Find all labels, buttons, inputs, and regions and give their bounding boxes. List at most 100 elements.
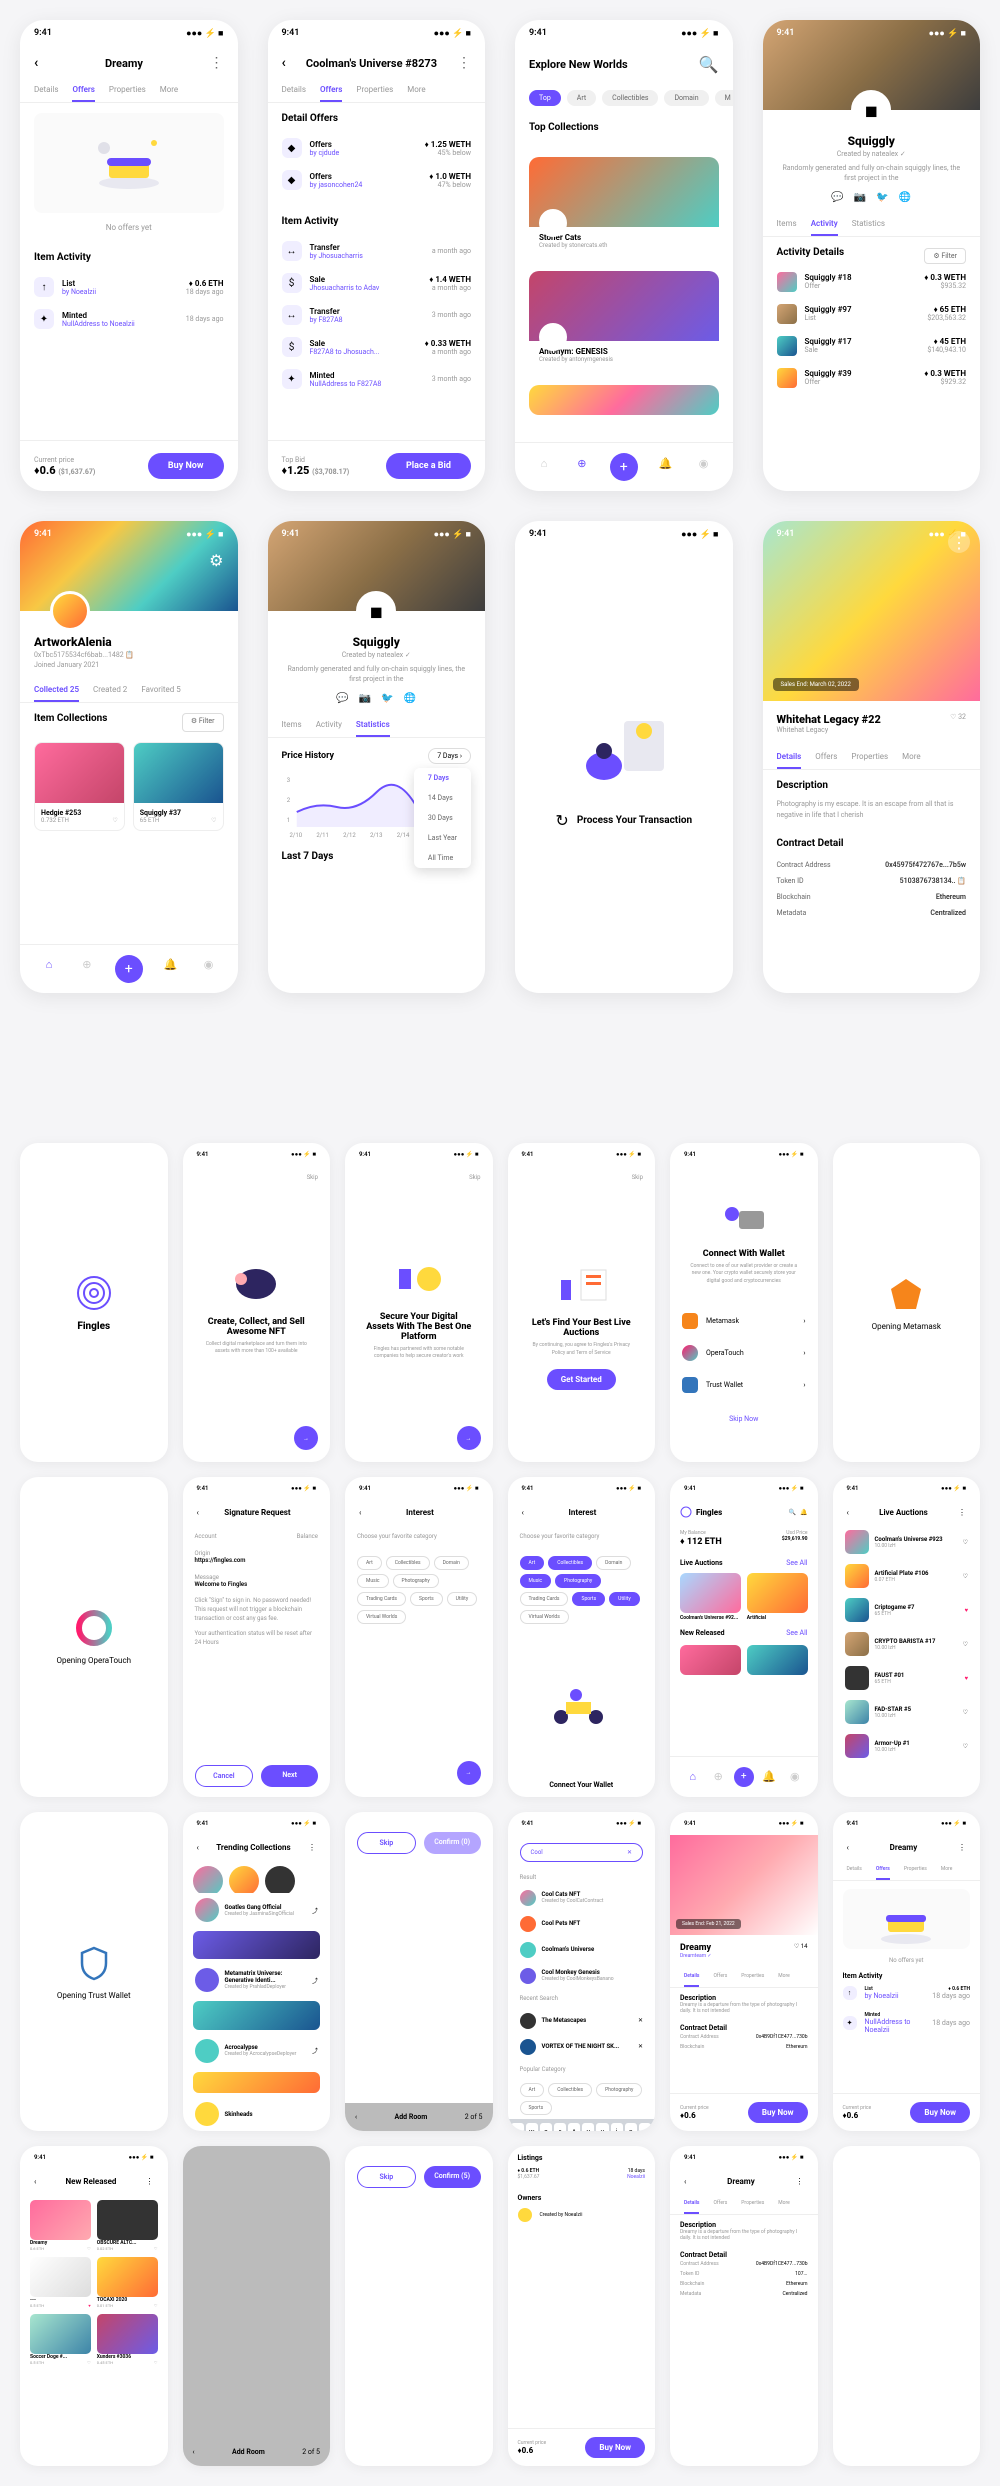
tab-details[interactable]: Details <box>34 79 58 102</box>
screen-extra <box>833 2146 981 2466</box>
buy-button[interactable]: Buy Now <box>148 453 224 479</box>
activity-row: ✦MintedNullAddress to Noealzii18 days ag… <box>34 303 224 335</box>
bell-icon[interactable]: 🔔 <box>800 1509 807 1516</box>
like-button[interactable]: ♡ 32 <box>950 713 966 721</box>
collection-card[interactable]: Antonym: GENESISCreated by antonymgenesi… <box>529 271 719 369</box>
tabs: Details Offers Properties More <box>20 79 238 103</box>
screen-opening-trust: Opening Trust Wallet <box>20 1812 168 2132</box>
banner: 9:41●●● ⚡ ■◼ <box>763 20 981 110</box>
screen-live-auctions: 9:41●●● ⚡ ■‹Live Auctions⋮ Coolman's Uni… <box>833 1477 981 1797</box>
settings-icon[interactable]: ⚙ <box>209 551 223 570</box>
close-icon[interactable]: ⋮ <box>948 531 970 553</box>
offer-icon: ◆ <box>282 138 302 158</box>
onboard-illustration <box>221 1259 291 1309</box>
svg-text:2: 2 <box>286 797 290 804</box>
tab-more[interactable]: More <box>160 79 178 102</box>
empty-illustration <box>34 113 224 213</box>
screen-coolman: 9:41●●● ⚡ ■ ‹Coolman's Universe #8273⋮ D… <box>268 20 486 491</box>
skip-link[interactable]: Skip Now <box>670 1401 818 1437</box>
screen-listing-owners: Listings ♦ 0.6 ETH$1,637.6718 daysNoealz… <box>508 2146 656 2466</box>
wallet-trust[interactable]: Trust Wallet› <box>670 1369 818 1401</box>
screen-dreamy-full: 9:41●●● ⚡ ■‹Dreamy⋮ DetailsOffersPropert… <box>670 2146 818 2466</box>
bid-button[interactable]: Place a Bid <box>386 453 471 479</box>
nav-add-icon[interactable]: + <box>610 453 638 481</box>
scooter-illustration <box>546 1677 616 1727</box>
period-dropdown[interactable]: 7 Days › <box>428 748 471 764</box>
opera-icon <box>74 1608 114 1648</box>
screen-home: 9:41●●● ⚡ ■ Fingles🔍🔔 My Balance♦ 112 ET… <box>670 1477 818 1797</box>
search-icon[interactable]: 🔍 <box>789 1509 796 1516</box>
nav-home-icon[interactable]: ⌂ <box>39 955 59 975</box>
more-icon[interactable]: ⋮ <box>210 55 224 71</box>
screen-confirm-5: SkipConfirm (5) <box>345 2146 493 2466</box>
tab-offers[interactable]: Offers <box>72 79 94 102</box>
web-icon[interactable]: 🌐 <box>899 192 911 203</box>
activity-row: ↑Listby Noealzii♦ 0.6 ETH18 days ago <box>34 271 224 303</box>
get-started-button[interactable]: Get Started <box>547 1369 616 1390</box>
back-icon[interactable]: ‹ <box>282 55 286 71</box>
collection-card[interactable]: Stoner CatsCreated by stonercats.eth <box>529 157 719 255</box>
more-icon[interactable]: ⋮ <box>457 55 471 71</box>
next-button[interactable]: Next <box>261 1765 318 1787</box>
nav-profile-icon[interactable]: ◉ <box>694 453 714 473</box>
sale-badge: Sales End: March 02, 2022 <box>773 678 859 691</box>
avatar: ◼ <box>851 90 891 130</box>
filter-button[interactable]: ⚙ Filter <box>924 248 966 264</box>
screen-dreamy: 9:41●●● ⚡ ■ ‹Dreamy⋮ Details Offers Prop… <box>20 20 238 491</box>
loading-icon: ↻ <box>555 811 568 830</box>
cancel-button[interactable]: Cancel <box>195 1765 254 1787</box>
status-bar: 9:41●●● ⚡ ■ <box>20 20 238 47</box>
screen-skip-confirm: SkipConfirm (0) ‹Add Room2 of 5 <box>345 1812 493 2132</box>
back-icon[interactable]: ‹ <box>34 55 38 71</box>
screen-interest: 9:41●●● ⚡ ■‹Interest Choose your favorit… <box>345 1477 493 1797</box>
skip-button[interactable]: Skip <box>183 1166 331 1189</box>
keyboard: qwertyuiop asdfghjkl ⇧zxcvbnm⌫ 123spaceg… <box>508 2119 656 2132</box>
nav-explore-icon[interactable]: ⊕ <box>572 453 592 473</box>
search-input[interactable]: Cool✕ <box>520 1843 644 1862</box>
twitter-icon[interactable]: 🐦 <box>876 192 888 203</box>
next-button[interactable]: → <box>294 1426 318 1450</box>
metamask-icon <box>886 1274 926 1314</box>
svg-text:3: 3 <box>286 777 289 784</box>
share-icon[interactable]: ⤴ <box>312 1906 318 1915</box>
wallet-metamask[interactable]: Metamask› <box>670 1305 818 1337</box>
nav-bell-icon[interactable]: 🔔 <box>656 453 676 473</box>
nav-home-icon[interactable]: ⌂ <box>534 453 554 473</box>
next-button[interactable]: → <box>457 1761 481 1785</box>
nft-card[interactable]: Squiggly #3765 ETH♡ <box>133 742 224 831</box>
svg-text:1: 1 <box>286 817 289 824</box>
nft-image: 9:41●●● ⚡ ■ ⋮ Sales End: March 02, 2022 <box>763 521 981 701</box>
nft-image: Sales End: Feb 21, 2022 <box>670 1835 818 1935</box>
discord-icon[interactable]: 💬 <box>831 192 843 203</box>
screen-whitehat: 9:41●●● ⚡ ■ ⋮ Sales End: March 02, 2022 … <box>763 521 981 992</box>
screen-process: 9:41●●● ⚡ ■ ↻Process Your Transaction <box>515 521 733 992</box>
avatar <box>539 209 567 237</box>
screen-search: 9:41●●● ⚡ ■ Cool✕ Result Cool Cats NFTCr… <box>508 1812 656 2132</box>
screen-squiggly-activity: 9:41●●● ⚡ ■◼ SquigglyCreated by natealex… <box>763 20 981 491</box>
process-illustration <box>574 711 674 791</box>
onboard-illustration <box>384 1254 454 1304</box>
connect-illustration <box>714 1196 774 1241</box>
nft-card[interactable]: Hedgie #2530.732 ETH♡ <box>34 742 125 831</box>
page-title: Coolman's Universe #8273 <box>306 57 437 70</box>
screen-onboard-2: 9:41●●● ⚡ ■SkipSecure Your Digital Asset… <box>345 1143 493 1463</box>
instagram-icon[interactable]: 📷 <box>854 192 866 203</box>
tab-properties[interactable]: Properties <box>109 79 146 102</box>
screen-connect-wallet: 9:41●●● ⚡ ■Connect With WalletConnect to… <box>670 1143 818 1463</box>
search-icon[interactable]: 🔍 <box>699 55 719 74</box>
avatar <box>539 323 567 351</box>
next-button[interactable]: → <box>457 1426 481 1450</box>
screen-explore: 9:41●●● ⚡ ■ Explore New Worlds🔍 Top Art … <box>515 20 733 491</box>
wallet-opera[interactable]: OperaTouch› <box>670 1337 818 1369</box>
screen-opening-metamask: Opening Metamask <box>833 1143 981 1463</box>
collection-card[interactable] <box>529 385 719 415</box>
screen-trending: 9:41●●● ⚡ ■‹Trending Collections⋮ Goatle… <box>183 1812 331 2132</box>
screen-squiggly-stats: 9:41●●● ⚡ ■◼ SquigglyCreated by natealex… <box>268 521 486 992</box>
fingerprint-icon <box>74 1273 114 1313</box>
activity-title: Item Activity <box>34 252 224 263</box>
screen-dreamy-offers: 9:41●●● ⚡ ■‹Dreamy⋮ DetailsOffersPropert… <box>833 1812 981 2132</box>
bottom-nav: ⌂ ⊕ + 🔔 ◉ <box>515 442 733 491</box>
avatar <box>50 591 90 631</box>
screen-signature: 9:41●●● ⚡ ■‹Signature Request AccountBal… <box>183 1477 331 1797</box>
mint-icon: ✦ <box>34 309 54 329</box>
